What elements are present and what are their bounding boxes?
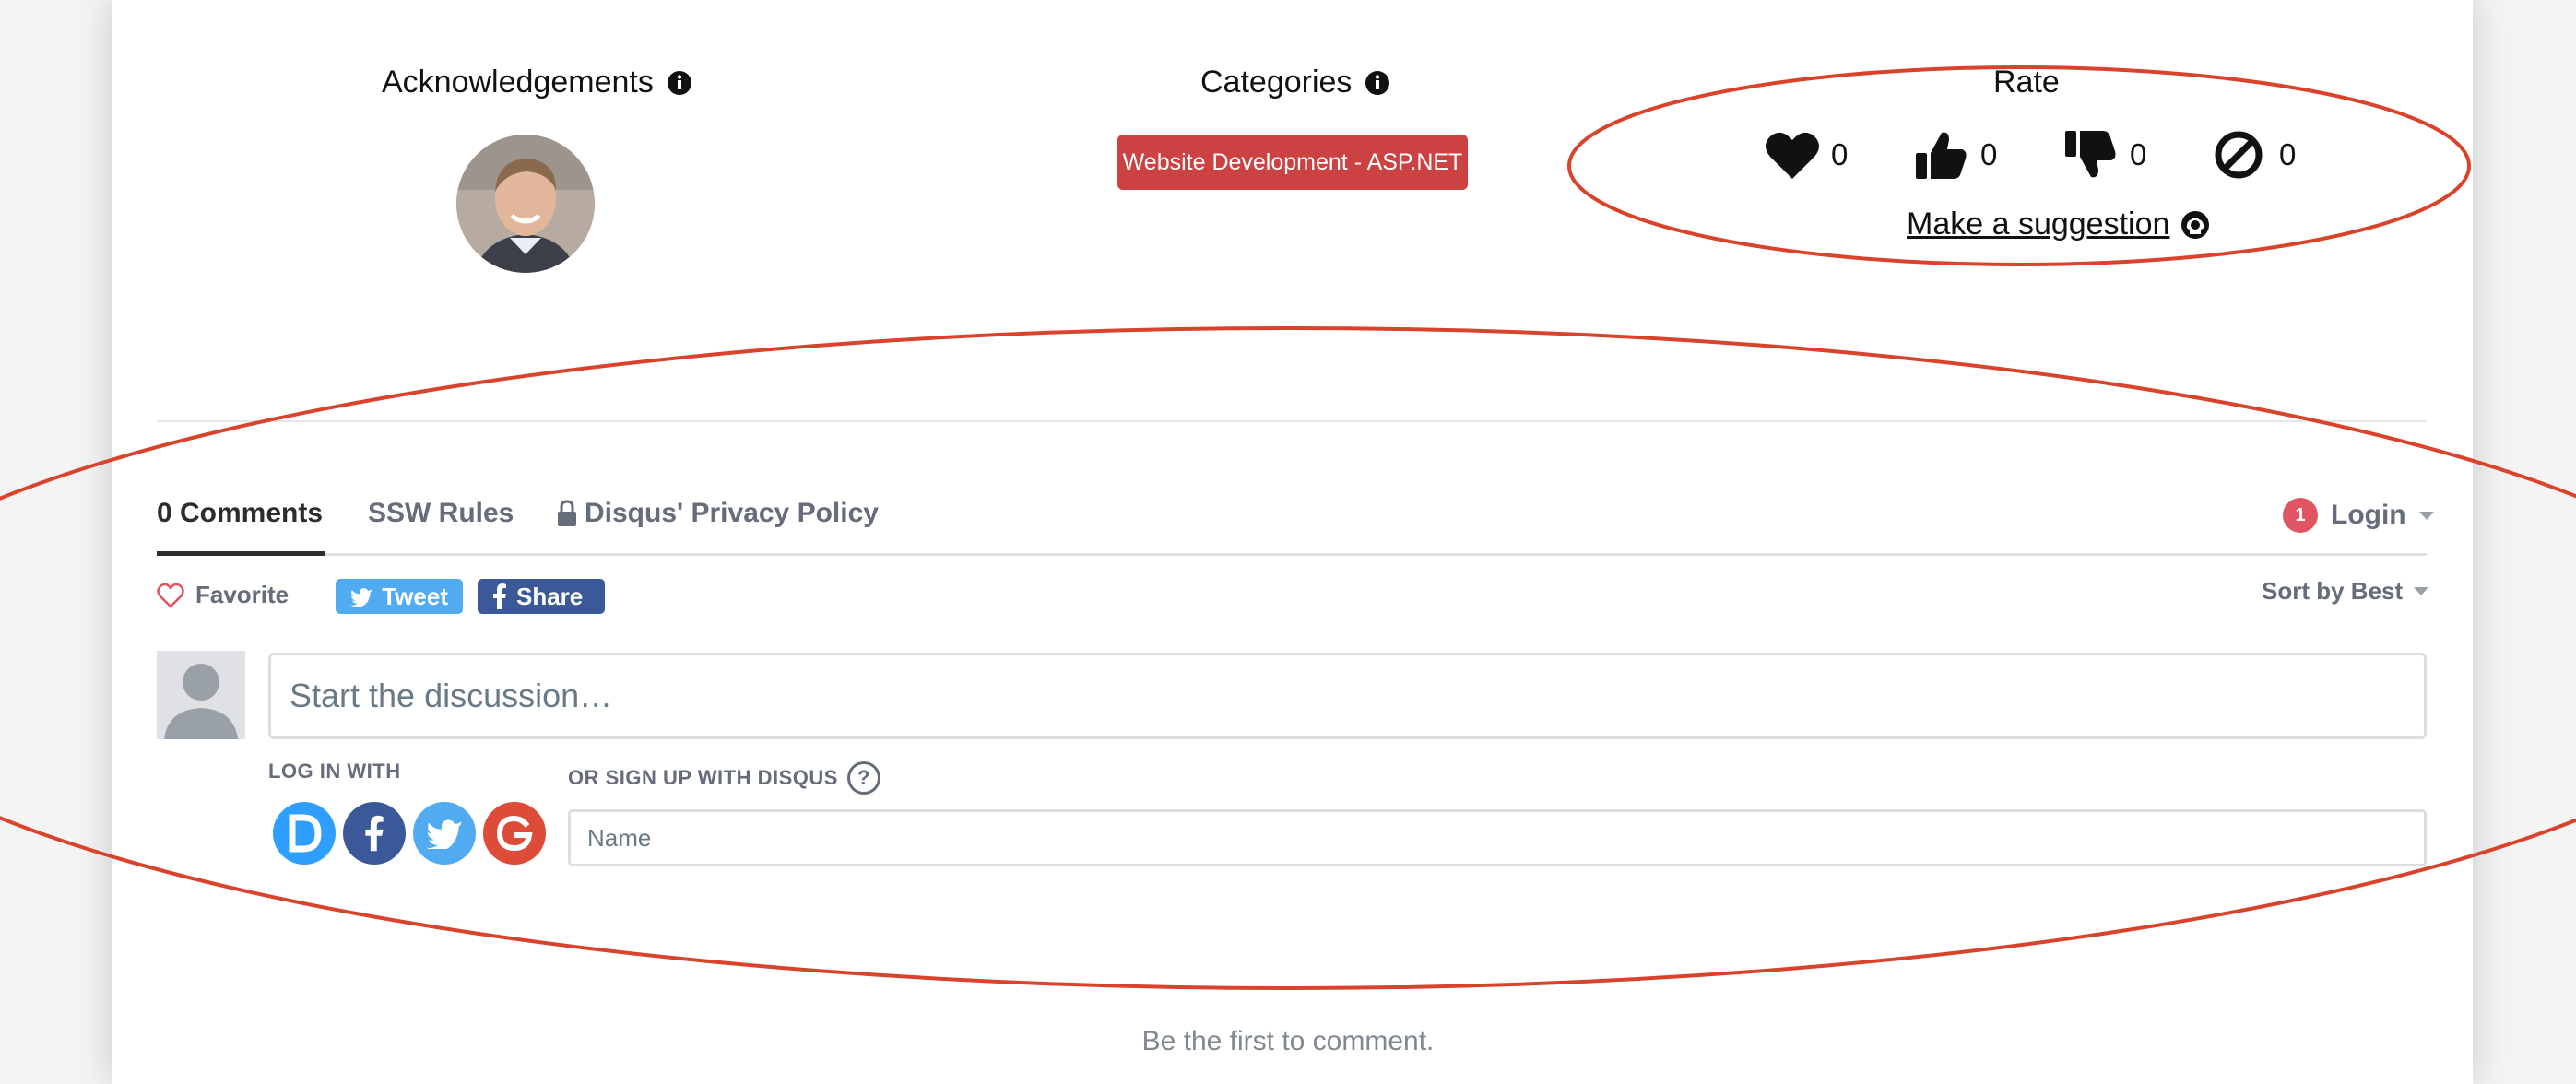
thumbs-up-count: 0 <box>1980 137 1998 171</box>
tab-privacy-policy[interactable]: Disqus' Privacy Policy <box>557 498 879 529</box>
thumbs-down-icon <box>2065 131 2116 178</box>
twitter-icon <box>350 588 372 607</box>
lock-icon <box>558 500 576 526</box>
rate-thumbs-down[interactable]: 0 <box>2063 129 2146 181</box>
heart-icon <box>1766 132 1819 179</box>
favorite-label: Favorite <box>195 581 290 608</box>
signup-with-text: OR SIGN UP WITH DISQUS <box>568 766 838 789</box>
help-icon[interactable]: ? <box>846 761 880 795</box>
categories-heading: Categories <box>1200 65 1390 100</box>
author-photo <box>456 135 595 273</box>
sort-dropdown[interactable]: Sort by Best <box>2262 577 2429 606</box>
tweet-button[interactable]: Tweet <box>336 579 463 614</box>
rate-thumbs-up[interactable]: 0 <box>1914 129 1997 181</box>
category-badge[interactable]: Website Development - ASP.NET <box>1117 135 1468 190</box>
user-avatar <box>157 651 245 739</box>
heart-count: 0 <box>1831 137 1849 171</box>
disqus-login-button[interactable] <box>273 802 336 865</box>
share-button[interactable]: Share <box>478 579 605 614</box>
thumbs-down-count: 0 <box>2130 137 2147 171</box>
tabs-baseline <box>157 553 2427 556</box>
notification-badge[interactable]: 1 <box>2283 498 2318 533</box>
block-icon <box>2215 131 2263 179</box>
github-icon <box>2181 210 2210 239</box>
info-icon[interactable] <box>1365 70 1390 96</box>
block-count: 0 <box>2279 137 2297 171</box>
disqus-icon <box>289 814 322 853</box>
name-field[interactable] <box>568 809 2427 866</box>
thumbs-up-icon <box>1916 132 1967 179</box>
rate-title: Rate <box>1993 65 2060 100</box>
twitter-icon <box>426 819 462 849</box>
discussion-input[interactable] <box>268 653 2427 739</box>
categories-title: Categories <box>1200 65 1353 100</box>
facebook-icon <box>493 583 506 609</box>
twitter-login-button[interactable] <box>413 802 476 865</box>
tab-privacy-policy-label: Disqus' Privacy Policy <box>585 498 879 528</box>
chevron-down-icon <box>2418 511 2434 520</box>
heart-outline-icon <box>157 583 184 608</box>
login-dropdown[interactable]: 1 Login <box>2283 498 2434 533</box>
login-label: Login <box>2331 500 2406 530</box>
login-with-label: LOG IN WITH <box>268 760 401 783</box>
empty-comments-text: Be the first to comment. <box>1141 1026 1435 1056</box>
make-suggestion-link[interactable]: Make a suggestion <box>1907 206 2210 242</box>
tweet-label: Tweet <box>382 582 448 610</box>
google-icon <box>496 815 533 852</box>
info-icon[interactable] <box>667 70 692 96</box>
signup-with-label: OR SIGN UP WITH DISQUS ? <box>568 761 880 795</box>
tab-comments[interactable]: 0 Comments <box>157 498 323 529</box>
sort-label: Sort by Best <box>2262 577 2404 605</box>
section-divider <box>157 420 2427 422</box>
user-placeholder-icon <box>164 664 238 739</box>
acknowledgements-title: Acknowledgements <box>382 65 654 100</box>
make-suggestion-label: Make a suggestion <box>1907 206 2170 242</box>
facebook-icon <box>365 815 384 852</box>
author-avatar[interactable] <box>456 135 595 273</box>
share-label: Share <box>516 582 584 610</box>
tab-ssw-rules[interactable]: SSW Rules <box>368 498 514 529</box>
chevron-down-icon <box>2414 587 2429 595</box>
facebook-login-button[interactable] <box>343 802 406 865</box>
acknowledgements-heading: Acknowledgements <box>382 65 692 100</box>
rate-block[interactable]: 0 <box>2213 129 2296 181</box>
google-login-button[interactable] <box>483 802 546 865</box>
favorite-button[interactable]: Favorite <box>157 581 289 609</box>
rate-heart[interactable]: 0 <box>1765 129 1848 181</box>
active-tab-underline <box>157 551 325 556</box>
